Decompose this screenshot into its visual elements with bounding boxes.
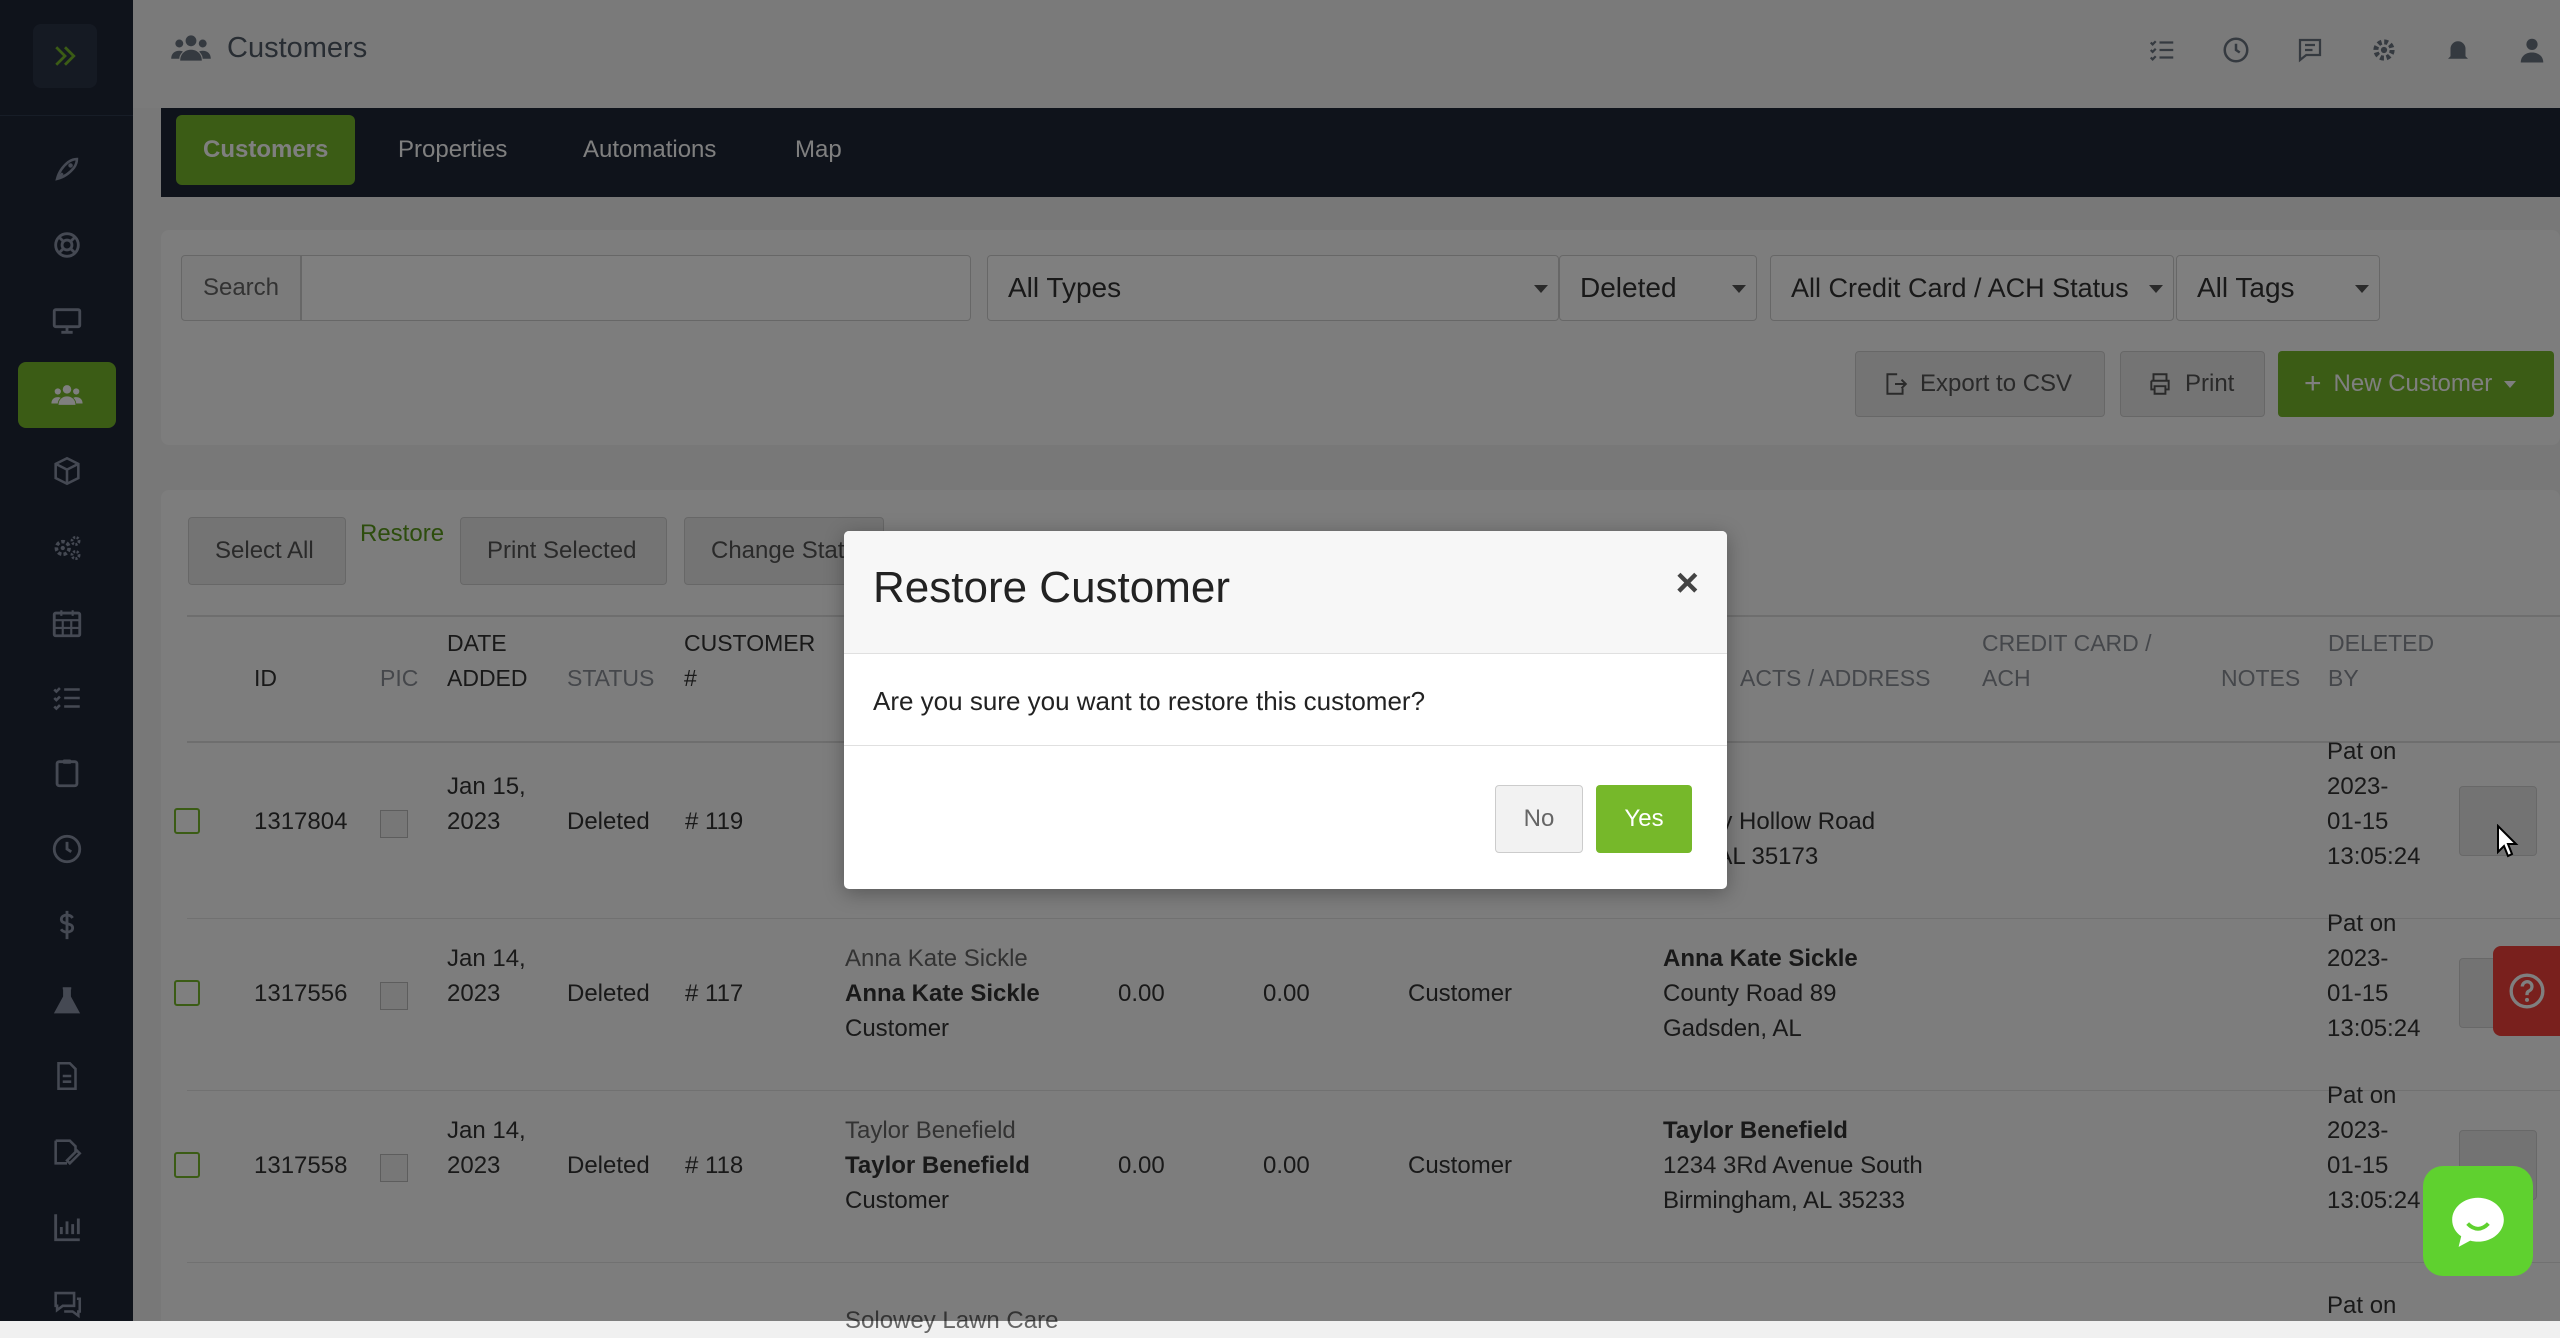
modal-divider [844,745,1727,746]
mouse-cursor-icon [2497,824,2519,858]
chat-bubble-icon [2452,1197,2504,1247]
restore-customer-modal: Restore Customer × Are you sure you want… [844,531,1727,889]
modal-header: Restore Customer × [844,531,1727,654]
modal-title: Restore Customer [873,563,1231,612]
chat-launcher[interactable] [2423,1166,2533,1276]
no-button[interactable]: No [1495,785,1583,853]
yes-button[interactable]: Yes [1596,785,1692,853]
close-icon[interactable]: × [1676,561,1699,606]
modal-message: Are you sure you want to restore this cu… [873,686,1426,716]
